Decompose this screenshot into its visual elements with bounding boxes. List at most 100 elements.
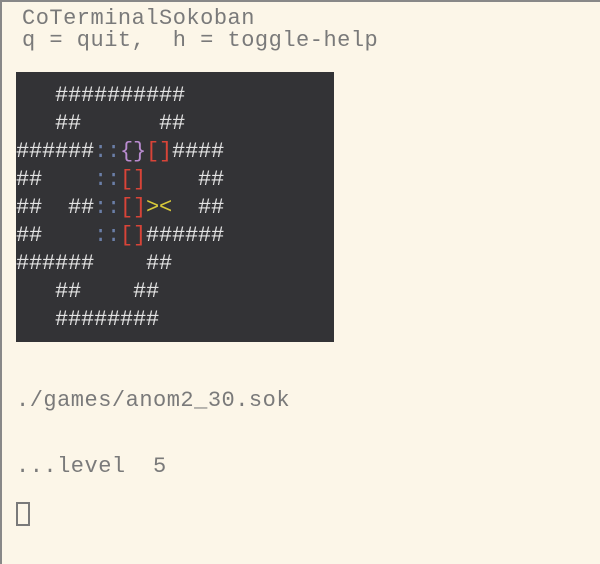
cell: # [81,306,94,334]
cell [224,138,237,166]
cell [107,278,120,306]
cell [172,194,185,222]
cell: # [146,82,159,110]
cell [276,278,289,306]
cell [81,166,94,194]
cell [81,278,94,306]
cell [276,166,289,194]
cell: ] [133,166,146,194]
cell [315,194,328,222]
cell: : [94,194,107,222]
cell [29,306,42,334]
cell [276,306,289,334]
header: CoTerminalSokoban q = quit, h = toggle-h… [2,2,600,52]
cell [250,194,263,222]
cell [224,250,237,278]
cell [302,194,315,222]
cell [276,82,289,110]
cell: # [55,82,68,110]
cell: # [198,138,211,166]
cell [289,250,302,278]
cell [16,82,29,110]
cell [185,278,198,306]
cell: # [68,110,81,138]
cell: # [159,110,172,138]
cell [237,250,250,278]
cell [107,250,120,278]
cell [146,166,159,194]
cell: : [107,166,120,194]
cell [263,194,276,222]
cell: # [68,306,81,334]
cell [16,110,29,138]
game-board[interactable]: ########## ## ## ######::{}[]#### ## ::[… [16,82,328,334]
cell [315,166,328,194]
cell [224,194,237,222]
game-row: ######::{}[]#### [16,138,328,166]
cell [237,222,250,250]
footer: ./games/anom2_30.sok ...level 5 [2,342,600,500]
cell [237,194,250,222]
cell [133,110,146,138]
cell: # [146,250,159,278]
cell [211,306,224,334]
cell [42,110,55,138]
cell: # [107,306,120,334]
cell: ] [159,138,172,166]
cell: # [172,138,185,166]
cell: > [146,194,159,222]
cell [198,250,211,278]
cell: : [94,138,107,166]
cell [55,166,68,194]
cell [250,138,263,166]
cell [211,82,224,110]
cell [237,278,250,306]
cell [224,166,237,194]
level-file-path: ./games/anom2_30.sok [16,390,600,412]
cell [289,166,302,194]
cell [276,110,289,138]
cell [224,306,237,334]
cell [237,306,250,334]
cell: : [107,194,120,222]
cell: # [133,278,146,306]
cell [198,278,211,306]
cell: # [133,306,146,334]
cell [263,110,276,138]
cell [94,250,107,278]
cell: : [107,222,120,250]
cell: # [29,222,42,250]
cell [172,306,185,334]
cell [185,194,198,222]
cell [302,222,315,250]
cell: # [94,82,107,110]
cell: : [94,166,107,194]
cell [263,250,276,278]
cell: # [68,278,81,306]
cell: : [107,138,120,166]
cell [315,278,328,306]
cell: # [29,138,42,166]
cell [289,278,302,306]
cell [263,82,276,110]
cell: # [120,82,133,110]
game-row: ## ::[] ## [16,166,328,194]
cell [302,110,315,138]
cell: # [172,82,185,110]
cell: ] [133,222,146,250]
cell [250,278,263,306]
cell [289,306,302,334]
cell: # [185,138,198,166]
cell [302,250,315,278]
cell [29,82,42,110]
cell [81,222,94,250]
cell: # [16,138,29,166]
cell: # [185,222,198,250]
cell [120,250,133,278]
cell [224,278,237,306]
cell: # [16,222,29,250]
game-row: ## ::[]###### [16,222,328,250]
cell: # [16,250,29,278]
cell [159,278,172,306]
cell [224,82,237,110]
